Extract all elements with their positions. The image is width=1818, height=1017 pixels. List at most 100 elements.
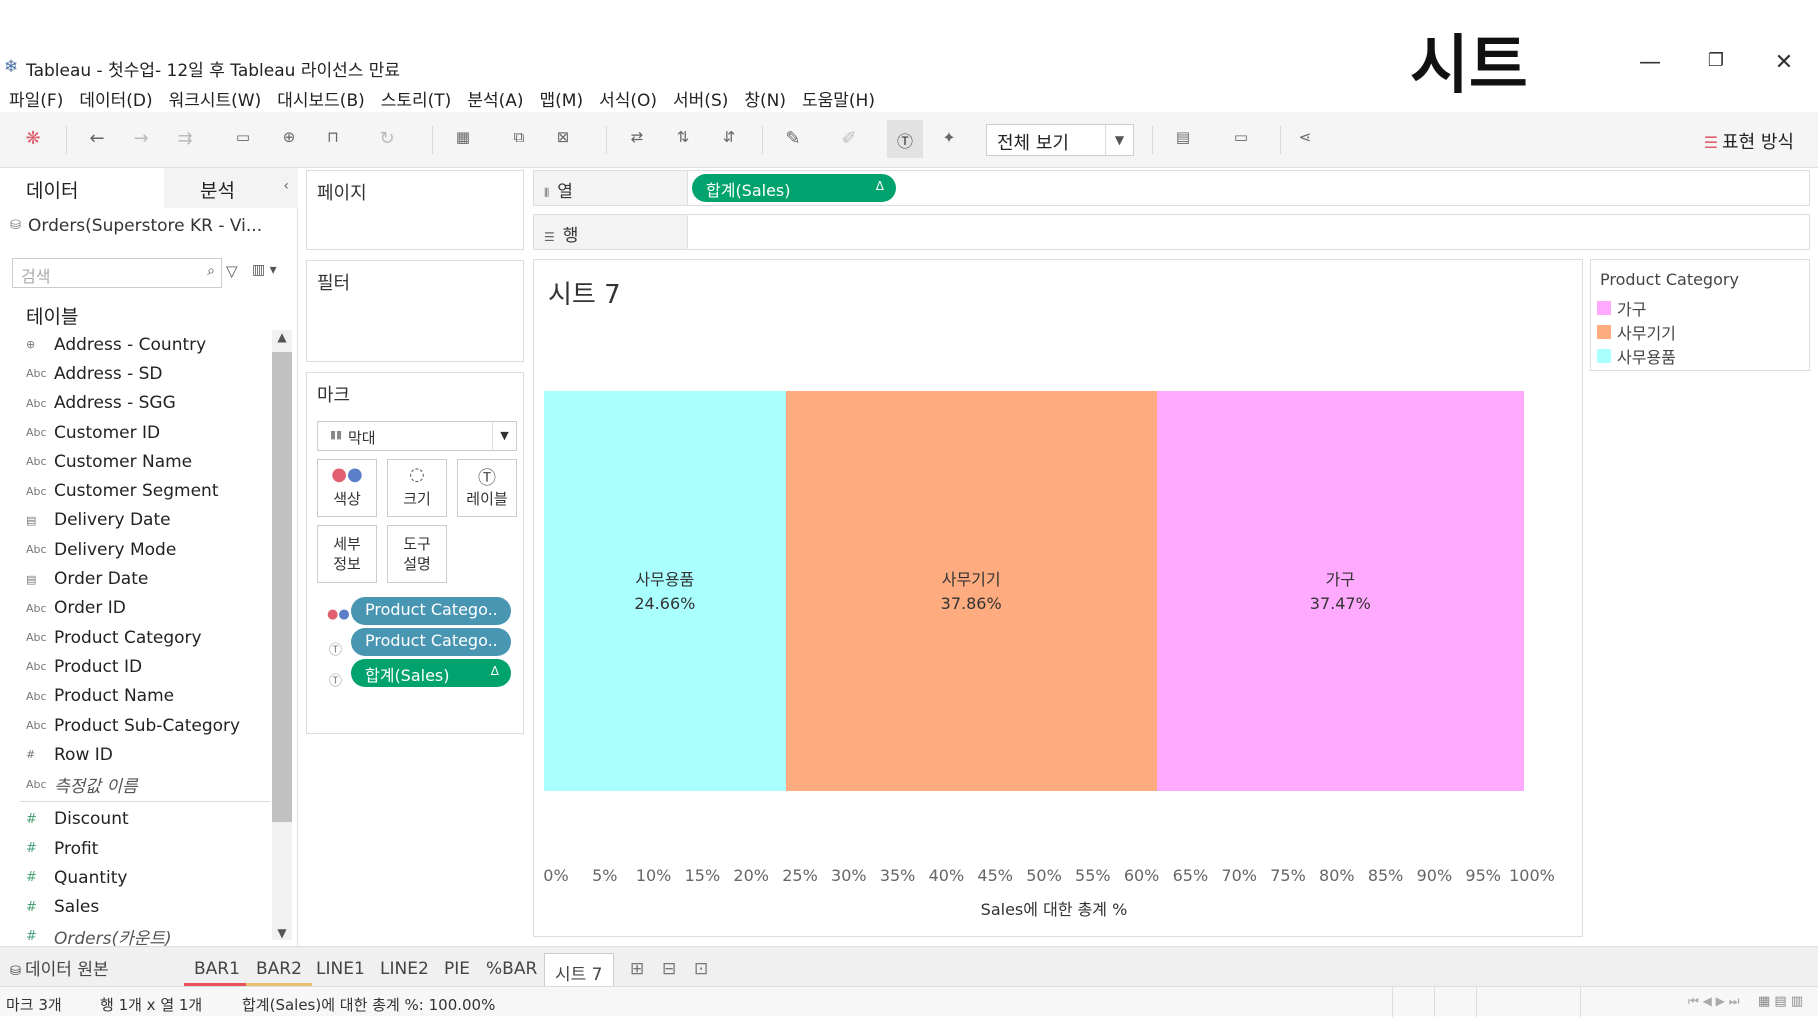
field-list: ⊕ Address - Country Abc Address - SD Abc Addr… <box>0 330 270 951</box>
sheet-tab[interactable]: PIE <box>434 953 480 987</box>
sheet-tab[interactable]: LINE2 <box>370 953 439 987</box>
rows-shelf[interactable]: ☰ 행 <box>533 214 1810 250</box>
scroll-down-icon[interactable]: ▼ <box>272 926 292 940</box>
columns-pill[interactable]: 합계(Sales) Δ <box>692 174 896 202</box>
mark-type-select[interactable]: ▮▮ 막대 ▼ <box>317 421 517 451</box>
field-item[interactable]: Abc Product Category <box>0 623 270 652</box>
share-icon[interactable]: ⋖ <box>1292 128 1318 146</box>
sheet-sorter-icon[interactable]: ▦ ▤ ▥ <box>1758 994 1803 1009</box>
presentation-icon[interactable]: ▭ <box>1228 128 1254 146</box>
new-story-icon[interactable]: ⊡ <box>684 953 718 987</box>
detail-button[interactable]: 세부 정보 <box>317 525 377 583</box>
field-item[interactable]: ▤ Order Date <box>0 564 270 593</box>
card-view-icon[interactable]: ▤ <box>1170 128 1196 146</box>
field-item[interactable]: Abc Delivery Mode <box>0 535 270 564</box>
clear-sheet-icon[interactable]: ⊠ <box>550 128 576 146</box>
field-item[interactable]: # Profit <box>0 834 270 863</box>
restore-button[interactable]: ❐ <box>1696 50 1736 71</box>
new-datasource-icon[interactable]: ⊕ <box>276 128 302 146</box>
save-icon[interactable]: ▭ <box>230 128 256 146</box>
filters-card[interactable]: 필터 <box>306 260 524 362</box>
swap-icon[interactable]: ⇄ <box>624 128 650 146</box>
menu-item-2[interactable]: 워크시트(W) <box>169 86 262 112</box>
fit-view-select[interactable]: 전체 보기 ▼ <box>986 124 1134 156</box>
menu-item-0[interactable]: 파일(F) <box>9 86 63 112</box>
field-item[interactable]: Abc Customer Segment <box>0 476 270 505</box>
menu-item-8[interactable]: 서버(S) <box>673 86 728 112</box>
menu-item-7[interactable]: 서식(O) <box>599 86 657 112</box>
legend-item[interactable]: 가구 <box>1597 296 1646 320</box>
datasource-tab[interactable]: ⛁ 데이터 원본 <box>10 955 109 980</box>
field-item[interactable]: ⊕ Address - Country <box>0 330 270 359</box>
field-item[interactable]: # Quantity <box>0 863 270 892</box>
duplicate-sheet-icon[interactable]: ⧉ <box>506 128 532 146</box>
field-item[interactable]: Abc Customer ID <box>0 418 270 447</box>
tableau-home-icon[interactable]: ❋ <box>20 128 46 149</box>
sheet-tab[interactable]: BAR2 <box>246 953 312 987</box>
field-item[interactable]: # Discount <box>0 805 270 834</box>
sales-label-pill[interactable]: 합계(Sales) Δ <box>351 659 511 687</box>
filter-icon[interactable]: ▽ <box>226 262 238 280</box>
menu-item-9[interactable]: 창(N) <box>744 86 786 112</box>
field-item[interactable]: Abc 측정값 이름 <box>0 769 270 798</box>
sheet-tab[interactable]: LINE1 <box>306 953 375 987</box>
highlight-icon[interactable]: ✎ <box>780 128 806 149</box>
datasource-name[interactable]: Orders(Superstore KR - Vi... <box>28 216 262 236</box>
field-name: 측정값 이름 <box>54 776 138 797</box>
legend-item[interactable]: 사무기기 <box>1597 320 1676 344</box>
legend-item[interactable]: 사무용품 <box>1597 344 1676 368</box>
show-mark-labels-icon[interactable]: Ⓣ <box>892 128 918 152</box>
field-item[interactable]: Abc Product ID <box>0 652 270 681</box>
field-item[interactable]: Abc Product Name <box>0 682 270 711</box>
field-item[interactable]: # Row ID <box>0 740 270 769</box>
replay-icon[interactable]: ⇉ <box>172 128 198 149</box>
field-item[interactable]: Abc Order ID <box>0 594 270 623</box>
scroll-up-icon[interactable]: ▲ <box>272 330 292 344</box>
tab-analysis[interactable]: 분석 <box>164 168 298 208</box>
refresh-icon[interactable]: ↻ <box>374 128 400 149</box>
new-dashboard-icon[interactable]: ⊟ <box>652 953 686 987</box>
menu-item-1[interactable]: 데이터(D) <box>79 86 152 112</box>
sheet-tab[interactable]: %BAR <box>476 953 547 987</box>
pause-update-icon[interactable]: ⊓ <box>320 128 346 146</box>
sheet-nav-icon[interactable]: ⏮ ◀ ▶ ⏭ <box>1688 994 1740 1009</box>
menu-item-10[interactable]: 도움말(H) <box>802 86 875 112</box>
tab-data[interactable]: 데이터 <box>0 168 164 208</box>
pages-card[interactable]: 페이지 <box>306 170 524 250</box>
close-button[interactable]: ✕ <box>1764 50 1804 75</box>
show-me-button[interactable]: ☰ 표현 방식 <box>1704 128 1794 154</box>
field-item[interactable]: Abc Customer Name <box>0 447 270 476</box>
menu-item-4[interactable]: 스토리(T) <box>381 86 452 112</box>
sort-asc-icon[interactable]: ⇅ <box>670 128 696 146</box>
field-list-scrollbar[interactable]: ▲ ▼ <box>272 330 292 940</box>
columns-shelf[interactable]: ⦀ 열 합계(Sales) Δ <box>533 170 1810 206</box>
minimize-button[interactable]: — <box>1630 50 1670 75</box>
new-sheet-icon[interactable]: ▦ <box>450 128 476 146</box>
label-button[interactable]: Ⓣ 레이블 <box>457 459 517 517</box>
field-item[interactable]: Abc Product Sub-Category <box>0 711 270 740</box>
color-pill[interactable]: Product Catego.. <box>351 597 511 625</box>
menu-item-5[interactable]: 분석(A) <box>467 86 523 112</box>
scroll-thumb[interactable] <box>272 352 292 822</box>
field-item[interactable]: Abc Address - SD <box>0 359 270 388</box>
view-options-icon[interactable]: ▥ ▾ <box>252 262 277 278</box>
field-item[interactable]: Abc Address - SGG <box>0 389 270 418</box>
menu-item-6[interactable]: 맵(M) <box>540 86 584 112</box>
redo-icon[interactable]: → <box>128 128 154 149</box>
new-worksheet-icon[interactable]: ⊞ <box>620 953 654 987</box>
size-button[interactable]: ◌ 크기 <box>387 459 447 517</box>
sheet-tab[interactable]: 시트 7 <box>544 953 614 987</box>
tooltip-button[interactable]: 도구 설명 <box>387 525 447 583</box>
collapse-chevron-icon[interactable]: ‹ <box>283 178 289 194</box>
field-item[interactable]: ▤ Delivery Date <box>0 506 270 535</box>
search-input[interactable]: 검색 ⌕ <box>12 258 222 288</box>
undo-icon[interactable]: ← <box>84 128 110 149</box>
group-icon[interactable]: ✐ <box>836 128 862 149</box>
menu-item-3[interactable]: 대시보드(B) <box>277 86 365 112</box>
sort-desc-icon[interactable]: ⇵ <box>716 128 742 146</box>
field-item[interactable]: # Sales <box>0 893 270 922</box>
label-pill[interactable]: Product Catego.. <box>351 628 511 656</box>
sheet-tab[interactable]: BAR1 <box>184 953 250 987</box>
pin-axes-icon[interactable]: ✦ <box>936 128 962 147</box>
color-button[interactable]: ●● 색상 <box>317 459 377 517</box>
